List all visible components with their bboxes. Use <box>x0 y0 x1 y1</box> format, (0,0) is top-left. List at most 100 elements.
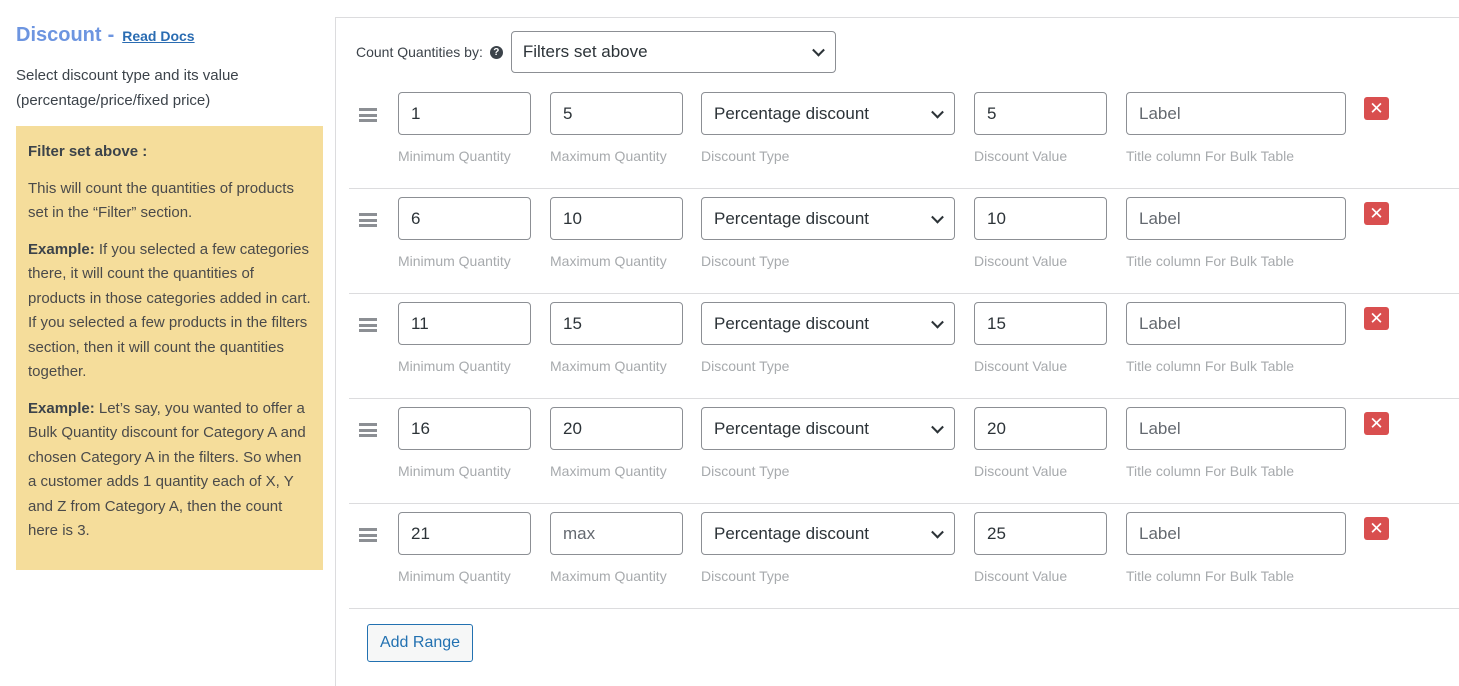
discount-type-field: Percentage discount Discount Type <box>701 407 955 479</box>
discount-value-label: Discount Value <box>974 463 1068 479</box>
bulk-title-label: Title column For Bulk Table <box>1126 463 1295 479</box>
chevron-down-icon <box>931 525 944 539</box>
max-quantity-field: Maximum Quantity <box>550 407 683 479</box>
discount-value-input[interactable] <box>974 512 1107 555</box>
ranges-list: Minimum Quantity Maximum Quantity Percen… <box>349 84 1459 609</box>
max-quantity-label: Maximum Quantity <box>550 463 667 479</box>
drag-handle-icon[interactable] <box>359 318 377 332</box>
discount-type-label: Discount Type <box>701 253 790 269</box>
range-row: Minimum Quantity Maximum Quantity Percen… <box>349 84 1459 189</box>
remove-range-button[interactable]: ✕ <box>1364 202 1389 225</box>
discount-value-field: Discount Value <box>974 302 1107 374</box>
max-quantity-input[interactable] <box>550 92 683 135</box>
range-row: Minimum Quantity Maximum Quantity Percen… <box>349 399 1459 504</box>
discount-value-input[interactable] <box>974 302 1107 345</box>
bulk-title-input[interactable] <box>1126 512 1346 555</box>
info-note: Filter set above : This will count the q… <box>16 126 323 570</box>
min-quantity-label: Minimum Quantity <box>398 568 511 584</box>
max-quantity-input[interactable] <box>550 407 683 450</box>
discount-value-label: Discount Value <box>974 568 1068 584</box>
min-quantity-field: Minimum Quantity <box>398 197 531 269</box>
bulk-title-field: Title column For Bulk Table <box>1126 512 1346 584</box>
max-quantity-field: Maximum Quantity <box>550 197 683 269</box>
close-icon: ✕ <box>1369 518 1384 538</box>
discount-value-input[interactable] <box>974 92 1107 135</box>
bulk-title-input[interactable] <box>1126 407 1346 450</box>
min-quantity-input[interactable] <box>398 407 531 450</box>
add-range-button[interactable]: Add Range <box>367 624 473 662</box>
min-quantity-input[interactable] <box>398 197 531 240</box>
remove-range-button[interactable]: ✕ <box>1364 97 1389 120</box>
bulk-title-input[interactable] <box>1126 197 1346 240</box>
example-text: If you selected a few categories there, … <box>28 240 311 381</box>
discount-type-select[interactable]: Percentage discount <box>701 512 955 555</box>
range-row: Minimum Quantity Maximum Quantity Percen… <box>349 504 1459 609</box>
question-circle-icon[interactable]: ? <box>489 45 503 59</box>
remove-range-button[interactable]: ✕ <box>1364 517 1389 540</box>
discount-type-label: Discount Type <box>701 463 790 479</box>
discount-value-label: Discount Value <box>974 148 1068 164</box>
discount-type-value: Percentage discount <box>714 418 869 438</box>
discount-type-select[interactable]: Percentage discount <box>701 92 955 135</box>
discount-type-value: Percentage discount <box>714 523 869 543</box>
read-docs-link[interactable]: Read Docs <box>122 28 194 44</box>
discount-type-field: Percentage discount Discount Type <box>701 92 955 164</box>
max-quantity-input[interactable] <box>550 512 683 555</box>
bulk-title-field: Title column For Bulk Table <box>1126 407 1346 479</box>
example-label: Example: <box>28 399 95 417</box>
discount-value-field: Discount Value <box>974 512 1107 584</box>
discount-type-select[interactable]: Percentage discount <box>701 407 955 450</box>
min-quantity-field: Minimum Quantity <box>398 512 531 584</box>
discount-value-input[interactable] <box>974 407 1107 450</box>
min-quantity-field: Minimum Quantity <box>398 92 531 164</box>
drag-handle-icon[interactable] <box>359 423 377 437</box>
remove-range-button[interactable]: ✕ <box>1364 307 1389 330</box>
bulk-title-input[interactable] <box>1126 92 1346 135</box>
min-quantity-input[interactable] <box>398 512 531 555</box>
section-description: Select discount type and its value (perc… <box>16 67 239 109</box>
discount-type-select[interactable]: Percentage discount <box>701 302 955 345</box>
discount-type-label: Discount Type <box>701 148 790 164</box>
max-quantity-field: Maximum Quantity <box>550 302 683 374</box>
example-text: Let’s say, you wanted to offer a Bulk Qu… <box>28 399 306 540</box>
min-quantity-label: Minimum Quantity <box>398 358 511 374</box>
max-quantity-label: Maximum Quantity <box>550 253 667 269</box>
note-paragraph: This will count the quantities of produc… <box>28 179 294 222</box>
drag-handle-icon[interactable] <box>359 528 377 542</box>
max-quantity-input[interactable] <box>550 302 683 345</box>
discount-value-input[interactable] <box>974 197 1107 240</box>
discount-value-label: Discount Value <box>974 253 1068 269</box>
min-quantity-input[interactable] <box>398 92 531 135</box>
bulk-title-label: Title column For Bulk Table <box>1126 253 1295 269</box>
note-heading: Filter set above : <box>28 143 148 160</box>
bulk-title-input[interactable] <box>1126 302 1346 345</box>
discount-type-value: Percentage discount <box>714 313 869 333</box>
bulk-title-field: Title column For Bulk Table <box>1126 92 1346 164</box>
max-quantity-input[interactable] <box>550 197 683 240</box>
remove-range-button[interactable]: ✕ <box>1364 412 1389 435</box>
max-quantity-field: Maximum Quantity <box>550 512 683 584</box>
ranges-panel: Count Quantities by: ? Filters set above… <box>335 17 1459 686</box>
discount-type-value: Percentage discount <box>714 103 869 123</box>
discount-type-field: Percentage discount Discount Type <box>701 302 955 374</box>
chevron-down-icon <box>931 315 944 329</box>
discount-type-select[interactable]: Percentage discount <box>701 197 955 240</box>
discount-type-value: Percentage discount <box>714 208 869 228</box>
max-quantity-label: Maximum Quantity <box>550 148 667 164</box>
count-quantities-select[interactable]: Filters set above <box>510 31 836 73</box>
chevron-down-icon <box>931 420 944 434</box>
min-quantity-label: Minimum Quantity <box>398 148 511 164</box>
discount-value-field: Discount Value <box>974 407 1107 479</box>
discount-type-field: Percentage discount Discount Type <box>701 197 955 269</box>
close-icon: ✕ <box>1369 203 1384 223</box>
bulk-title-field: Title column For Bulk Table <box>1126 197 1346 269</box>
range-row: Minimum Quantity Maximum Quantity Percen… <box>349 189 1459 294</box>
drag-handle-icon[interactable] <box>359 108 377 122</box>
discount-type-label: Discount Type <box>701 358 790 374</box>
chevron-down-icon <box>931 210 944 224</box>
min-quantity-input[interactable] <box>398 302 531 345</box>
count-quantities-value: Filters set above <box>522 42 648 61</box>
drag-handle-icon[interactable] <box>359 213 377 227</box>
min-quantity-field: Minimum Quantity <box>398 407 531 479</box>
close-icon: ✕ <box>1369 413 1384 433</box>
